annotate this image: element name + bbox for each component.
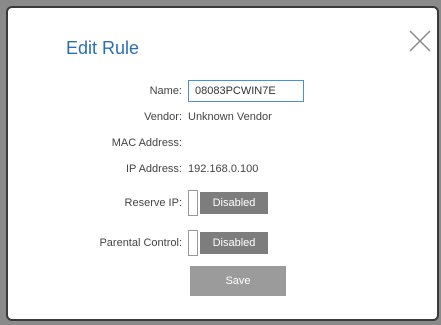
ip-label: IP Address: [125, 163, 182, 175]
dialog-title: Edit Rule [66, 38, 140, 58]
reserve-ip-row: Reserve IP: Disabled [8, 190, 441, 216]
vendor-row: Vendor: Unknown Vendor [8, 106, 441, 128]
name-row: Name: [8, 80, 441, 102]
parental-control-toggle[interactable]: Disabled [188, 230, 270, 256]
reserve-ip-toggle[interactable]: Disabled [188, 190, 270, 216]
vendor-label: Vendor: [144, 111, 182, 123]
vendor-value: Unknown Vendor [188, 111, 272, 123]
edit-rule-dialog: Edit Rule Name: Vendor: Unknown Vendor M… [6, 6, 439, 321]
name-label: Name: [149, 85, 182, 97]
name-input[interactable] [188, 80, 304, 102]
mac-label: MAC Address: [111, 137, 182, 149]
toggle-knob [188, 230, 198, 256]
mac-row: MAC Address: [8, 132, 441, 154]
save-button[interactable]: Save [190, 266, 286, 296]
reserve-ip-label: Reserve IP: [124, 197, 182, 209]
close-icon[interactable] [407, 28, 433, 54]
parental-control-label: Parental Control: [99, 237, 182, 249]
parental-control-row: Parental Control: Disabled [8, 230, 441, 256]
ip-row: IP Address: 192.168.0.100 [8, 158, 441, 180]
toggle-state-label: Disabled [200, 232, 268, 254]
toggle-state-label: Disabled [200, 192, 268, 214]
toggle-knob [188, 190, 198, 216]
ip-value: 192.168.0.100 [188, 163, 259, 175]
